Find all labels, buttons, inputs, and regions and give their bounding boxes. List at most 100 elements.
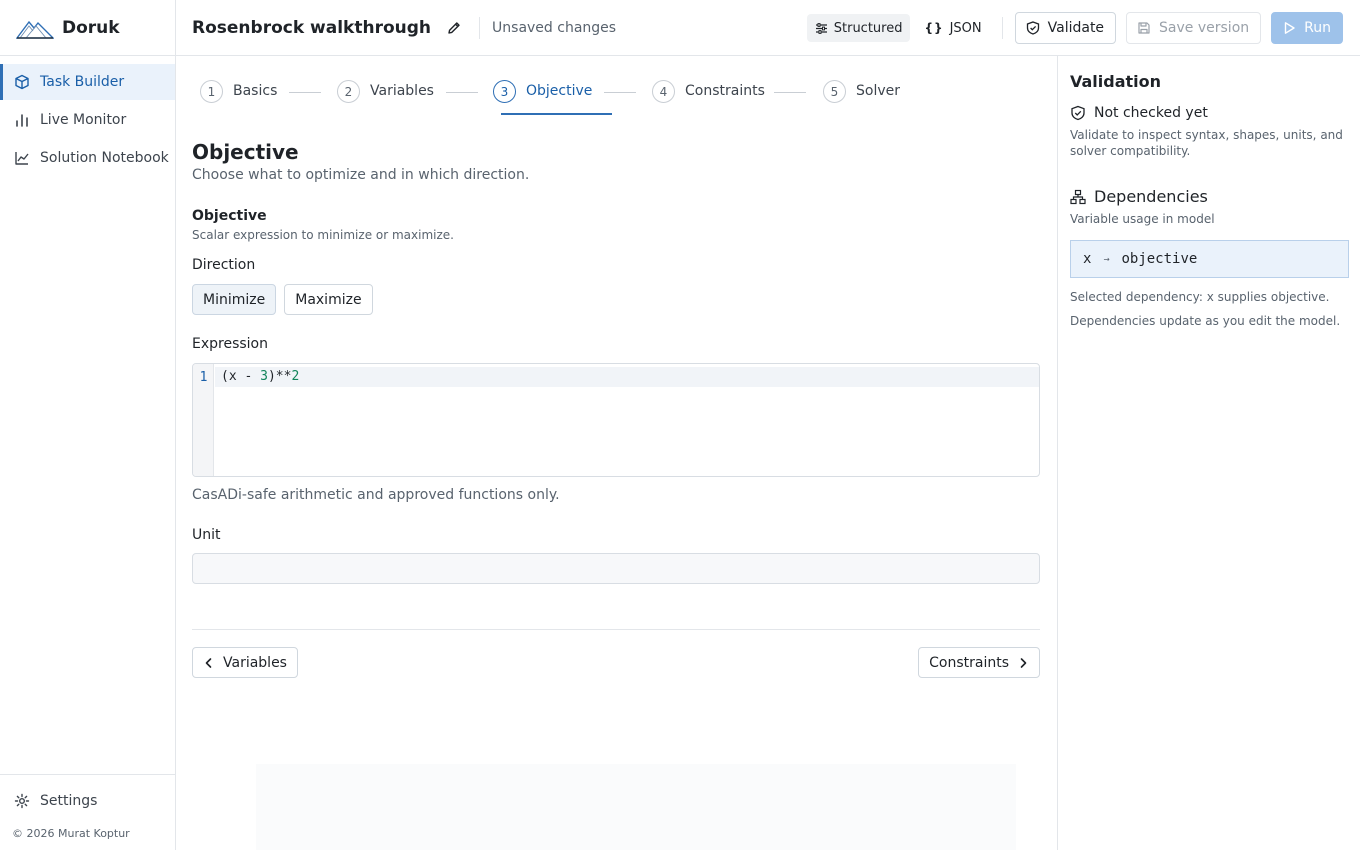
section-subtitle: Choose what to optimize and in which dir… xyxy=(192,167,530,183)
sliders-icon xyxy=(815,22,827,34)
expression-help: CasADi-safe arithmetic and approved func… xyxy=(192,487,560,503)
code-number: 2 xyxy=(291,369,300,384)
step-label: Variables xyxy=(370,83,434,99)
divider xyxy=(192,629,1040,630)
step-label: Constraints xyxy=(685,83,765,99)
shield-check-icon xyxy=(1071,105,1085,121)
unit-input[interactable] xyxy=(192,553,1040,584)
save-version-label: Save version xyxy=(1159,20,1250,36)
validation-help: Validate to inspect syntax, shapes, unit… xyxy=(1070,128,1343,158)
topbar: Rosenbrock walkthrough Unsaved changes S… xyxy=(176,0,1360,56)
pencil-icon xyxy=(448,21,460,34)
expression-editor[interactable]: 1 (x - 3)**2 xyxy=(192,363,1040,477)
brand-name: Doruk xyxy=(62,17,120,38)
inspector-panel: Validation Not checked yet Validate to i… xyxy=(1057,56,1360,850)
sidebar-footer: Settings © 2026 Murat Koptur xyxy=(0,774,175,850)
divider xyxy=(479,16,481,39)
dependency-item[interactable]: x → objective xyxy=(1070,240,1349,278)
step-number: 1 xyxy=(200,80,223,103)
validate-label: Validate xyxy=(1047,20,1105,36)
chevron-right-icon xyxy=(1020,657,1027,668)
main-nav: Task Builder Live Monitor Solution Noteb… xyxy=(0,56,175,176)
sidebar-item-label: Live Monitor xyxy=(40,112,127,128)
dependency-target: objective xyxy=(1121,251,1198,267)
section-title: Objective xyxy=(192,140,299,164)
document-title: Rosenbrock walkthrough xyxy=(192,17,432,38)
save-icon xyxy=(1138,22,1150,34)
step-connector xyxy=(446,92,478,93)
sidebar-item-settings[interactable]: Settings xyxy=(0,783,175,819)
save-status: Unsaved changes xyxy=(492,19,617,36)
view-json-toggle[interactable]: {} JSON xyxy=(916,14,989,42)
unit-label: Unit xyxy=(192,527,221,543)
step-connector xyxy=(604,92,636,93)
validation-title: Validation xyxy=(1070,72,1162,91)
previous-step-label: Variables xyxy=(223,654,287,671)
direction-toggle-group: Minimize Maximize xyxy=(192,284,373,315)
step-number: 4 xyxy=(652,80,675,103)
selected-dependency-text: Selected dependency: x supplies objectiv… xyxy=(1070,290,1330,304)
bar-chart-icon xyxy=(16,114,28,127)
view-structured-label: Structured xyxy=(833,20,903,36)
sidebar-item-label: Task Builder xyxy=(40,74,125,90)
settings-label: Settings xyxy=(40,793,98,809)
step-basics[interactable]: 1 Basics xyxy=(200,80,277,116)
step-variables[interactable]: 2 Variables xyxy=(337,80,434,116)
dependencies-subtitle: Variable usage in model xyxy=(1070,212,1215,226)
expression-label: Expression xyxy=(192,336,268,352)
validate-button[interactable]: Validate xyxy=(1014,12,1117,44)
sidebar-item-task-builder[interactable]: Task Builder xyxy=(0,64,175,100)
dependencies-title-text: Dependencies xyxy=(1094,187,1208,206)
dependencies-note: Dependencies update as you edit the mode… xyxy=(1070,314,1341,328)
divider xyxy=(1001,17,1003,39)
step-connector xyxy=(289,92,321,93)
view-json-label: JSON xyxy=(949,20,982,36)
dependencies-title: Dependencies xyxy=(1070,187,1208,206)
next-step-label: Constraints xyxy=(929,654,1009,671)
step-objective[interactable]: 3 Objective xyxy=(493,80,592,116)
code-number: 3 xyxy=(260,369,268,384)
braces-icon: {} xyxy=(924,21,944,35)
objective-field-title: Objective xyxy=(192,208,267,224)
sidebar: Doruk Task Builder Live Monitor Solution… xyxy=(0,0,176,850)
step-tabs: 1 Basics 2 Variables 3 Objective 4 Const… xyxy=(192,56,1040,116)
copyright: © 2026 Murat Koptur xyxy=(12,827,130,840)
play-icon xyxy=(1284,22,1295,34)
cube-icon xyxy=(15,74,29,90)
direction-label: Direction xyxy=(192,257,256,273)
step-connector xyxy=(774,92,806,93)
run-button[interactable]: Run xyxy=(1271,12,1343,44)
background-placeholder xyxy=(256,764,1016,850)
code-line[interactable]: (x - 3)**2 xyxy=(215,367,1039,387)
objective-field-help: Scalar expression to minimize or maximiz… xyxy=(192,228,454,242)
step-label: Basics xyxy=(233,83,278,99)
code-token: )** xyxy=(267,369,292,384)
sidebar-item-live-monitor[interactable]: Live Monitor xyxy=(0,102,175,138)
run-label: Run xyxy=(1304,20,1331,36)
step-solver[interactable]: 5 Solver xyxy=(823,80,900,116)
line-chart-icon xyxy=(15,152,29,165)
shield-check-icon xyxy=(1026,21,1039,35)
line-number: 1 xyxy=(199,370,208,385)
dependency-source: x xyxy=(1083,251,1092,267)
sidebar-item-solution-notebook[interactable]: Solution Notebook xyxy=(0,140,175,176)
step-constraints[interactable]: 4 Constraints xyxy=(652,80,765,116)
chevron-left-icon xyxy=(205,657,212,668)
main-content: 1 Basics 2 Variables 3 Objective 4 Const… xyxy=(176,56,1056,850)
save-version-button[interactable]: Save version xyxy=(1126,12,1262,44)
step-number: 3 xyxy=(493,80,516,103)
step-label: Solver xyxy=(856,83,900,99)
view-structured-toggle[interactable]: Structured xyxy=(806,14,911,42)
active-step-indicator xyxy=(501,113,612,115)
brand[interactable]: Doruk xyxy=(0,0,175,56)
topbar-actions: Structured {} JSON Validate Save version… xyxy=(806,12,1343,44)
minimize-button[interactable]: Minimize xyxy=(192,284,277,315)
code-token: (x - xyxy=(221,369,261,384)
rename-button[interactable] xyxy=(443,17,465,39)
next-step-button[interactable]: Constraints xyxy=(918,647,1040,678)
previous-step-button[interactable]: Variables xyxy=(192,647,298,678)
mountain-logo-icon xyxy=(16,20,54,39)
maximize-button[interactable]: Maximize xyxy=(284,284,373,315)
arrow-right-icon: → xyxy=(1103,253,1110,265)
hierarchy-icon xyxy=(1070,189,1086,204)
